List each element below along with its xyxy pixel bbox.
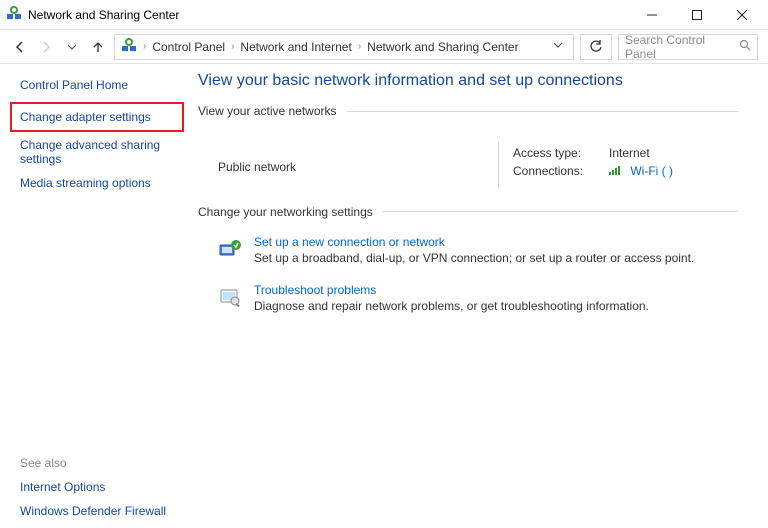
setup-connection-desc: Set up a broadband, dial-up, or VPN conn… <box>254 251 694 265</box>
troubleshoot-item: Troubleshoot problems Diagnose and repai… <box>198 277 738 325</box>
control-panel-icon <box>6 5 22 24</box>
highlight-box: Change adapter settings <box>10 102 184 132</box>
control-panel-small-icon <box>121 37 137 56</box>
breadcrumb-item[interactable]: Network and Internet <box>240 40 351 54</box>
active-networks-header: View your active networks <box>198 104 738 118</box>
recent-locations-button[interactable] <box>62 35 82 59</box>
sidebar: Control Panel Home Change adapter settin… <box>0 64 190 528</box>
search-placeholder: Search Control Panel <box>625 33 733 61</box>
close-button[interactable] <box>719 0 764 30</box>
chevron-right-icon[interactable]: › <box>141 41 148 52</box>
troubleshoot-desc: Diagnose and repair network problems, or… <box>254 299 649 313</box>
network-name: Public network <box>218 142 498 187</box>
troubleshoot-link[interactable]: Troubleshoot problems <box>254 283 649 297</box>
content-pane: View your basic network information and … <box>190 64 768 528</box>
access-type-label: Access type: <box>513 146 591 160</box>
back-button[interactable] <box>10 35 30 59</box>
sidebar-firewall[interactable]: Windows Defender Firewall <box>20 504 182 518</box>
page-title: View your basic network information and … <box>198 72 738 90</box>
breadcrumb-item[interactable]: Network and Sharing Center <box>367 40 518 54</box>
connection-link[interactable]: Wi-Fi ( ) <box>630 164 673 178</box>
forward-button[interactable] <box>36 35 56 59</box>
network-summary: Public network Access type: Internet Con… <box>198 128 738 205</box>
setup-connection-icon <box>218 237 242 261</box>
maximize-button[interactable] <box>674 0 719 30</box>
wifi-signal-icon <box>609 165 623 179</box>
access-type-value: Internet <box>609 146 650 160</box>
chevron-right-icon[interactable]: › <box>229 41 236 52</box>
setup-connection-item: Set up a new connection or network Set u… <box>198 229 738 277</box>
up-button[interactable] <box>88 35 108 59</box>
sidebar-home[interactable]: Control Panel Home <box>20 78 182 92</box>
networking-settings-header: Change your networking settings <box>198 205 738 219</box>
sidebar-media-streaming[interactable]: Media streaming options <box>20 176 182 190</box>
window-titlebar: Network and Sharing Center <box>0 0 768 30</box>
sidebar-internet-options[interactable]: Internet Options <box>20 480 182 494</box>
see-also-label: See also <box>20 456 182 470</box>
toolbar: › Control Panel › Network and Internet ›… <box>0 30 768 64</box>
refresh-button[interactable] <box>580 34 612 60</box>
address-bar[interactable]: › Control Panel › Network and Internet ›… <box>114 34 574 60</box>
connections-label: Connections: <box>513 164 591 179</box>
sidebar-change-adapter[interactable]: Change adapter settings <box>20 110 174 124</box>
troubleshoot-icon <box>218 285 242 309</box>
search-icon <box>739 39 751 54</box>
chevron-right-icon[interactable]: › <box>356 41 363 52</box>
address-dropdown-button[interactable] <box>549 40 567 53</box>
breadcrumb-item[interactable]: Control Panel <box>152 40 225 54</box>
sidebar-advanced-sharing[interactable]: Change advanced sharing settings <box>20 138 182 166</box>
setup-connection-link[interactable]: Set up a new connection or network <box>254 235 694 249</box>
search-input[interactable]: Search Control Panel <box>618 34 758 60</box>
minimize-button[interactable] <box>629 0 674 30</box>
window-title: Network and Sharing Center <box>28 8 179 22</box>
